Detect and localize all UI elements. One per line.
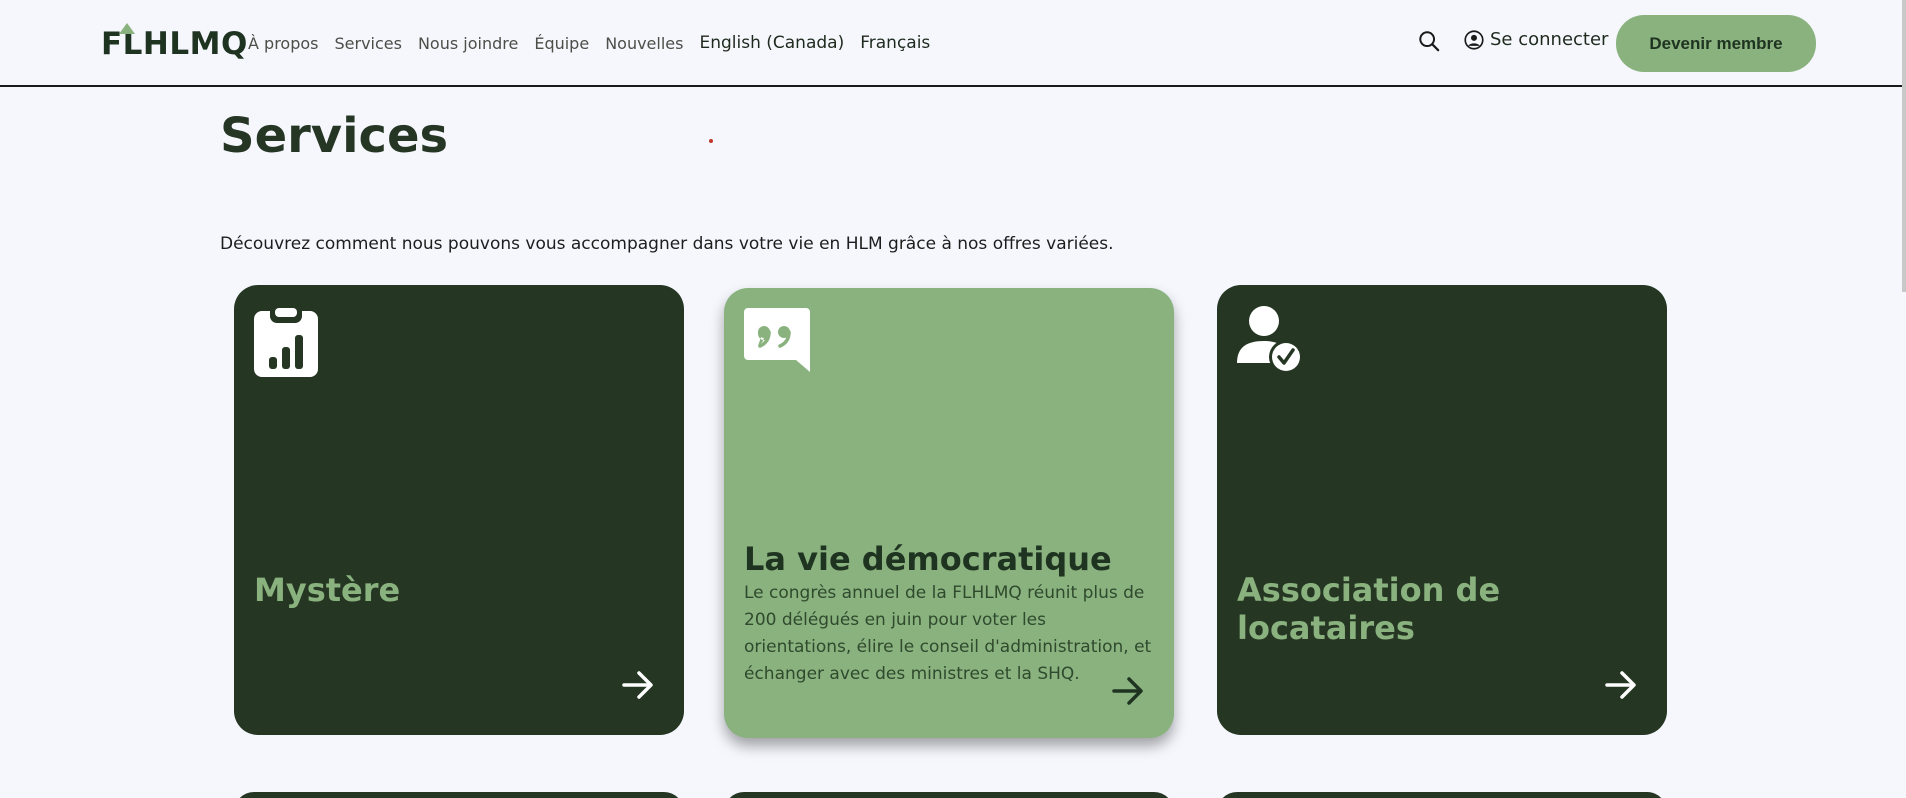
site-header: FLHLMQ À propos Services Nous joindre Éq… — [0, 0, 1902, 87]
quote-bubble-icon — [744, 308, 810, 372]
card-title: Association de locataires — [1237, 571, 1501, 647]
nav-nouvelles[interactable]: Nouvelles — [605, 34, 683, 53]
login-label: Se connecter — [1490, 29, 1609, 50]
service-card-peek[interactable] — [234, 792, 684, 798]
user-circle-icon — [1464, 29, 1484, 50]
lang-francais[interactable]: Français — [860, 33, 930, 53]
card-description: Le congrès annuel de la FLHLMQ réunit pl… — [744, 583, 1152, 684]
logo[interactable]: FLHLMQ — [101, 23, 248, 62]
nav-equipe[interactable]: Équipe — [534, 34, 589, 53]
arrow-right-icon[interactable] — [1605, 670, 1637, 700]
nav-a-propos[interactable]: À propos — [248, 34, 318, 53]
clipboard-chart-icon — [254, 303, 318, 377]
nav-nous-joindre[interactable]: Nous joindre — [418, 34, 518, 53]
nav-services[interactable]: Services — [334, 34, 401, 53]
intro-text: Découvrez comment nous pouvons vous acco… — [220, 234, 1114, 254]
service-card-vie-democratique[interactable]: La vie démocratique Le congrès annuel de… — [724, 288, 1174, 738]
service-card-peek[interactable] — [1217, 792, 1667, 798]
arrow-right-icon[interactable] — [1112, 676, 1144, 706]
become-member-button[interactable]: Devenir membre — [1616, 15, 1816, 72]
card-title: Mystère — [254, 571, 401, 609]
service-card-peek[interactable] — [724, 792, 1174, 798]
search-icon[interactable] — [1418, 30, 1440, 52]
page-title: Services — [220, 108, 449, 164]
card-title: La vie démocratique — [744, 540, 1112, 578]
service-card-mystere[interactable]: Mystère — [234, 285, 684, 735]
logo-roof-icon — [119, 23, 135, 34]
decorative-dot — [709, 139, 713, 143]
lang-english[interactable]: English (Canada) — [699, 33, 844, 53]
login-link[interactable]: Se connecter — [1464, 29, 1608, 50]
main-nav: À propos Services Nous joindre Équipe No… — [248, 33, 930, 53]
user-check-icon — [1237, 306, 1303, 374]
arrow-right-icon[interactable] — [622, 670, 654, 700]
service-card-association[interactable]: Association de locataires — [1217, 285, 1667, 735]
scrollbar[interactable] — [1902, 0, 1906, 292]
